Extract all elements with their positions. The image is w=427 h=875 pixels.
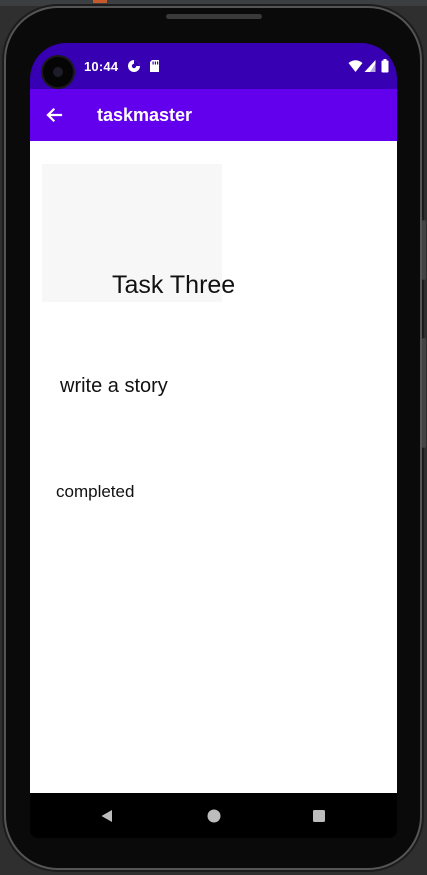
wifi-icon [348,60,363,72]
nav-recents-button[interactable] [310,807,328,825]
app-bar: taskmaster [30,89,397,141]
app-title: taskmaster [97,105,193,125]
nav-home-button[interactable] [205,807,223,825]
cell-signal-icon [364,60,376,72]
system-nav-bar [30,793,397,838]
arrow-back-icon [46,107,63,123]
data-saver-icon [128,60,140,72]
task-body: write a story [60,375,168,397]
power-button[interactable] [422,220,426,280]
back-button[interactable] [40,101,68,129]
home-circle-icon [207,809,221,823]
ide-tab-marker [93,0,107,3]
task-detail-content: Task Three write a story completed [30,141,397,793]
status-bar: 10:44 [30,43,397,89]
ide-top-bar [0,0,427,6]
nav-back-button[interactable] [98,807,116,825]
volume-button[interactable] [422,338,426,448]
sd-card-icon [150,60,159,72]
recents-square-icon [313,810,325,822]
emulator-device-frame: 10:44 taskmaster Task Three write a stor… [6,8,426,868]
back-triangle-icon [101,810,112,822]
battery-icon [381,59,389,73]
status-time: 10:44 [84,59,119,74]
earpiece-speaker [166,14,262,19]
front-camera [43,57,73,87]
task-state: completed [56,482,135,501]
device-screen: 10:44 taskmaster Task Three write a stor… [30,43,397,838]
task-title: Task Three [112,271,236,299]
